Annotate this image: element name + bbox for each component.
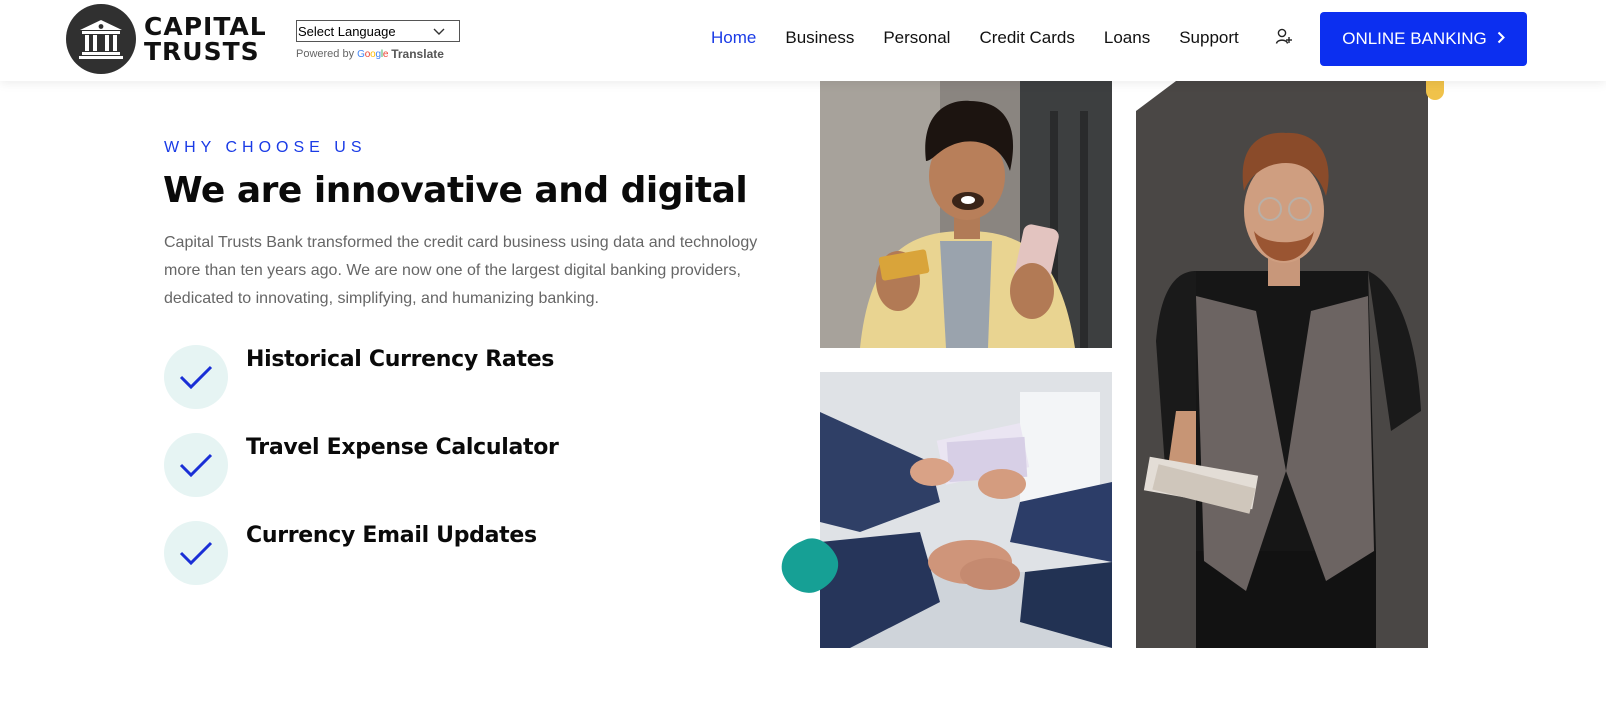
logo[interactable]: CAPITAL TRUSTS (66, 4, 267, 74)
check-icon (164, 345, 228, 409)
logo-wordmark: CAPITAL TRUSTS (144, 14, 267, 64)
chevron-down-icon (433, 24, 445, 39)
feature-title: Currency Email Updates (246, 523, 537, 548)
chevron-right-icon (1497, 29, 1505, 49)
language-select[interactable]: Select Language (296, 20, 460, 42)
bank-building-icon (66, 4, 136, 74)
man-with-card-and-phone-photo (820, 81, 1112, 348)
online-banking-button[interactable]: ONLINE BANKING (1320, 12, 1527, 66)
feature-title: Historical Currency Rates (246, 347, 555, 372)
main-nav: Home Business Personal Credit Cards Loan… (711, 28, 1268, 48)
handshake-with-cash-photo (820, 372, 1112, 648)
nav-loans[interactable]: Loans (1104, 28, 1150, 48)
feature-item: Historical Currency Rates (164, 345, 554, 409)
nav-business[interactable]: Business (785, 28, 854, 48)
user-plus-icon[interactable] (1275, 28, 1293, 51)
nav-credit-cards[interactable]: Credit Cards (979, 28, 1074, 48)
language-widget: Select Language Powered by Google Transl… (296, 20, 460, 61)
man-in-vest-holding-cash-photo (1136, 81, 1428, 648)
check-icon (164, 433, 228, 497)
google-logo[interactable]: Google (357, 49, 388, 60)
section-headline: We are innovative and digital (163, 170, 748, 211)
powered-by-google: Powered by Google Translate (296, 47, 460, 61)
section-eyebrow: WHY CHOOSE US (164, 139, 367, 156)
powered-by-text: Powered by (296, 48, 355, 60)
logo-line-1: CAPITAL (144, 12, 267, 41)
nav-home[interactable]: Home (711, 28, 756, 48)
feature-title: Travel Expense Calculator (246, 435, 559, 460)
site-header: CAPITAL TRUSTS Select Language Powered b… (0, 0, 1606, 81)
check-icon (164, 521, 228, 585)
logo-line-2: TRUSTS (144, 37, 260, 66)
online-banking-label: ONLINE BANKING (1342, 29, 1487, 48)
nav-personal[interactable]: Personal (883, 28, 950, 48)
feature-item: Travel Expense Calculator (164, 433, 559, 497)
section-description: Capital Trusts Bank transformed the cred… (164, 234, 758, 307)
language-select-label: Select Language (298, 23, 396, 39)
feature-item: Currency Email Updates (164, 521, 537, 585)
nav-support[interactable]: Support (1179, 28, 1239, 48)
translate-text: Translate (391, 47, 444, 61)
